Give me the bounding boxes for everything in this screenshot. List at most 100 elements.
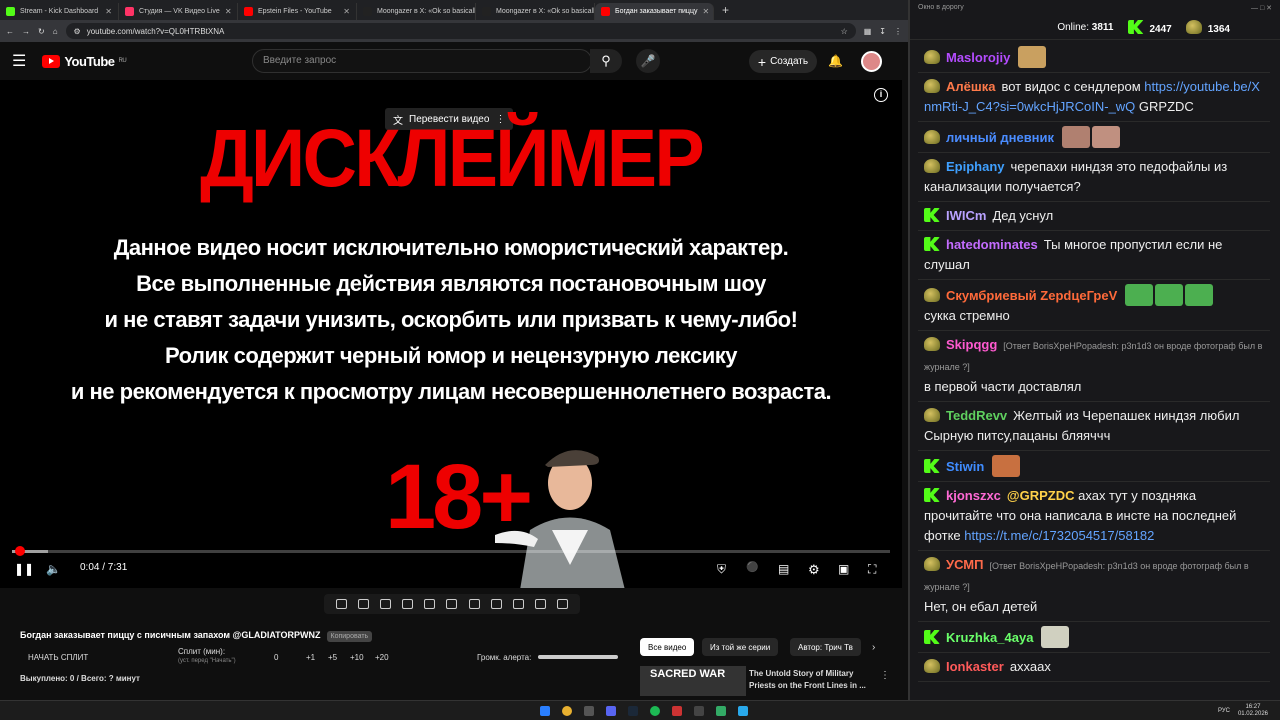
time-display: 0:04 / 7:31 <box>80 562 128 573</box>
app-icon[interactable] <box>694 705 704 716</box>
create-button[interactable]: + Создать <box>749 50 817 73</box>
app-icon[interactable] <box>584 705 594 716</box>
start-icon[interactable] <box>540 705 550 716</box>
browser-tab[interactable]: Богдан заказывает пиццу ✕ <box>595 3 714 20</box>
shield-icon[interactable]: ⛨ <box>717 562 726 577</box>
split-plus10-button[interactable]: +10 <box>350 653 364 662</box>
pip-icon[interactable] <box>424 599 436 609</box>
chat-username[interactable]: Kruzhka_4aya <box>946 630 1033 645</box>
tab-label: Epstein Files - YouTube <box>258 8 332 15</box>
loop-icon[interactable] <box>335 599 347 609</box>
steam-icon[interactable] <box>628 705 638 716</box>
chat-username[interactable]: Epiphany <box>946 159 1005 174</box>
chat-username[interactable]: kjonszxc <box>946 488 1001 503</box>
window-controls[interactable]: — □ ✕ <box>1251 4 1272 12</box>
grid-icon[interactable] <box>446 599 458 609</box>
fullscreen-icon[interactable]: ⛶ <box>868 562 876 577</box>
subtitles-icon[interactable]: ▤ <box>778 562 789 576</box>
chat-link[interactable]: https://t.me/c/1732054517/58182 <box>964 528 1154 543</box>
chat-username[interactable]: Алёшка <box>946 79 995 94</box>
chip-all-videos[interactable]: Все видео <box>640 638 695 656</box>
menu-dots-icon[interactable]: ⋮ <box>894 27 902 36</box>
chat-username[interactable]: Ionkaster <box>946 659 1004 674</box>
close-tab-icon[interactable]: ✕ <box>702 7 709 16</box>
chat-username[interactable]: Stiwin <box>946 459 984 474</box>
new-tab-icon[interactable]: + <box>722 3 729 17</box>
search-input[interactable]: Введите запрос <box>252 49 592 73</box>
hamburger-menu-icon[interactable]: ☰ <box>12 51 26 71</box>
back-icon[interactable]: ← <box>6 27 14 36</box>
chat-username[interactable]: TeddRevv <box>946 408 1007 423</box>
split-plus5-button[interactable]: +5 <box>328 653 337 662</box>
app-icon[interactable] <box>716 705 726 716</box>
theater-mode-icon[interactable]: ▣ <box>838 562 849 576</box>
browser-tab[interactable]: Epstein Files - YouTube ✕ <box>238 3 357 20</box>
avatar[interactable] <box>861 51 882 72</box>
download-icon[interactable]: ↧ <box>879 27 886 36</box>
scrubber-handle[interactable] <box>14 546 25 556</box>
video-player[interactable]: 文 Перевести видео ⋮ i ДИСКЛЕЙМЕР Данное … <box>0 80 902 588</box>
split-plus1-button[interactable]: +1 <box>306 653 315 662</box>
volume-icon[interactable]: 🔈 <box>46 562 61 576</box>
chat-username[interactable]: Skipqgg <box>946 337 997 352</box>
chat-username[interactable]: Скумбриевый ZерdцеГреV <box>946 288 1117 303</box>
autoplay-toggle[interactable]: ⚫ <box>746 562 758 573</box>
flask-icon[interactable] <box>535 599 547 609</box>
spotify-icon[interactable] <box>650 705 660 716</box>
pause-icon[interactable]: ❚❚ <box>14 562 34 576</box>
browser-tab[interactable]: Moongazer в X: «Ok so basicall✕ <box>357 3 476 20</box>
alert-volume-slider[interactable] <box>538 655 618 659</box>
settings-gear-icon[interactable]: ⚙ <box>808 562 820 578</box>
browser-tab[interactable]: Moongazer в X: «Ok so basicall✕ <box>476 3 595 20</box>
add-frame-icon[interactable] <box>490 599 502 609</box>
info-icon[interactable]: i <box>874 88 888 102</box>
pepe-badge-icon <box>924 159 940 173</box>
chrome-icon[interactable] <box>562 705 572 716</box>
chat-username[interactable]: УСМП <box>946 557 983 572</box>
recommendation-title[interactable]: The Untold Story of Military Priests on … <box>749 668 869 692</box>
start-split-button[interactable]: НАЧАТЬ СПЛИТ <box>28 653 88 662</box>
split-plus20-button[interactable]: +20 <box>375 653 389 662</box>
site-info-icon[interactable]: ⚙ <box>74 27 81 36</box>
chat-message: hatedominates Ты многое пропустил если не… <box>918 231 1270 280</box>
split-value[interactable]: 0 <box>274 653 278 662</box>
film-icon[interactable] <box>402 599 414 609</box>
video-settings-icon[interactable] <box>379 599 391 609</box>
app-icon[interactable] <box>672 705 682 716</box>
camera-icon[interactable] <box>512 599 524 609</box>
language-indicator[interactable]: РУС <box>1218 708 1230 714</box>
voice-search-button[interactable]: 🎤 <box>636 49 660 73</box>
chat-username[interactable]: hatedominates <box>946 237 1038 252</box>
chat-username[interactable]: IWICm <box>946 208 986 223</box>
browser-tab[interactable]: Студия — VK Видео Live ✕ <box>119 3 238 20</box>
forward-icon[interactable]: → <box>22 27 30 36</box>
chat-username[interactable]: Maslorojiy <box>946 50 1010 65</box>
chevron-right-icon[interactable]: › <box>872 642 875 653</box>
url-field[interactable]: ⚙ youtube.com/watch?v=QL0HTRBtXNA ☆ <box>65 23 856 39</box>
bookmark-star-icon[interactable]: ☆ <box>841 27 848 36</box>
extensions-icon[interactable]: ▦ <box>864 27 872 36</box>
gear-icon[interactable] <box>557 599 569 609</box>
close-tab-icon[interactable]: ✕ <box>343 7 350 16</box>
youtube-logo[interactable]: YouTube RU <box>42 54 127 69</box>
chip-author[interactable]: Автор: Трич Тв <box>790 638 861 656</box>
chat-message-list[interactable]: Maslorojiy Алёшка вот видос с сендлером ht… <box>910 40 1280 682</box>
recommendation-thumbnail[interactable]: SACRED WAR <box>640 666 746 696</box>
home-icon[interactable]: ⌂ <box>53 27 58 36</box>
discord-icon[interactable] <box>606 705 616 716</box>
reload-icon[interactable]: ↻ <box>38 27 45 36</box>
notifications-bell-icon[interactable]: 🔔 <box>828 54 843 68</box>
chat-username[interactable]: личный дневник <box>946 130 1054 145</box>
copy-button[interactable]: Копировать <box>326 631 373 642</box>
telegram-icon[interactable] <box>738 705 748 716</box>
close-tab-icon[interactable]: ✕ <box>225 7 232 16</box>
browser-tab[interactable]: Stream - Kick Dashboard ✕ <box>0 3 119 20</box>
progress-bar[interactable] <box>12 546 890 556</box>
close-tab-icon[interactable]: ✕ <box>105 7 112 16</box>
broadcast-icon[interactable] <box>357 599 369 609</box>
search-button[interactable]: ⚲ <box>590 49 622 73</box>
clock[interactable]: 16:27 01.02.2026 <box>1238 704 1268 718</box>
more-vert-icon[interactable]: ⋮ <box>880 670 890 681</box>
speed-icon[interactable] <box>468 599 480 609</box>
chip-same-series[interactable]: Из той же серии <box>702 638 779 656</box>
